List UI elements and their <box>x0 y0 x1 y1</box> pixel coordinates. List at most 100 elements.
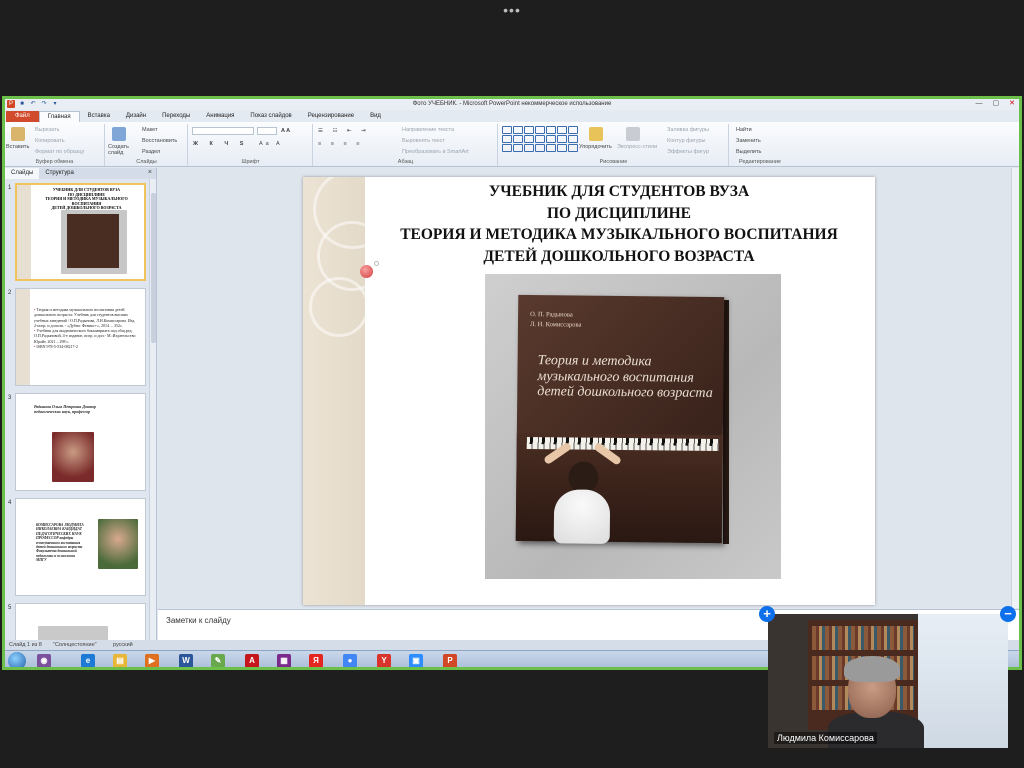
shapes-gallery[interactable] <box>502 126 580 152</box>
shape-effects-button[interactable]: Эффекты фигур <box>667 149 709 155</box>
format-painter-button[interactable]: Формат по образцу <box>35 149 84 155</box>
thumb-number: 1 <box>8 185 12 191</box>
grow-font-icon[interactable]: A A <box>281 128 290 134</box>
align-buttons[interactable]: ≡ ≡ ≡ ≡ <box>318 141 363 147</box>
find-button[interactable]: Найти <box>736 127 752 133</box>
paragraph-group-label: Абзац <box>397 159 414 165</box>
video-window-bg <box>918 614 1008 748</box>
media-player-icon[interactable]: ▶ <box>145 654 159 667</box>
minimize-video-icon[interactable]: − <box>1000 606 1016 622</box>
language-indicator[interactable]: русский <box>113 642 133 648</box>
font-group-label: Шрифт <box>241 159 260 165</box>
word-icon[interactable]: W <box>179 654 193 667</box>
close-icon[interactable]: ✕ <box>1009 99 1015 109</box>
thumb-text: Радынова Ольга Петровна Доктор педагогич… <box>34 404 96 414</box>
tab-file[interactable]: Файл <box>6 111 39 122</box>
book-title: Теория и методика музыкального воспитани… <box>537 353 713 401</box>
pane-tabs: Слайды Структура <box>5 168 156 179</box>
slide-thumbnail-5[interactable] <box>15 603 146 640</box>
thumb-portrait <box>98 519 138 569</box>
editing-group: Найти Заменить Выделить Редактирование <box>730 124 790 166</box>
maximize-icon[interactable]: ▢ <box>993 99 1000 109</box>
notes-placeholder: Заметки к слайду <box>166 616 231 625</box>
shape-outline-button[interactable]: Контур фигуры <box>667 138 705 144</box>
align-text-button[interactable]: Выровнять текст <box>402 138 445 144</box>
tab-outline[interactable]: Структура <box>39 168 79 179</box>
new-slide-icon[interactable] <box>112 127 126 141</box>
powerpoint-window: P ■ ↶ ↷ ▾ Фото УЧЕБНИК. - Microsoft Powe… <box>2 96 1022 670</box>
start-button[interactable] <box>8 652 26 667</box>
tab-transitions[interactable]: Переходы <box>154 111 198 122</box>
clipboard-group: Вставить Вырезать Копировать Формат по о… <box>5 124 105 166</box>
ribbon: Вставить Вырезать Копировать Формат по о… <box>5 122 1019 167</box>
thumb-number: 2 <box>8 290 12 296</box>
winrar-icon[interactable]: ▦ <box>277 654 291 667</box>
arrange-icon[interactable] <box>589 127 603 141</box>
select-button[interactable]: Выделить <box>736 149 761 155</box>
book-cover-photo[interactable]: О. П. Радынова Л. Н. Комиссарова Теория … <box>485 274 781 579</box>
quick-styles-icon[interactable] <box>626 127 640 141</box>
title-bar: P ■ ↶ ↷ ▾ Фото УЧЕБНИК. - Microsoft Powe… <box>5 99 1019 110</box>
reset-button[interactable]: Восстановить <box>142 138 177 144</box>
editing-group-label: Редактирование <box>739 159 781 165</box>
slide-thumbnail-3[interactable]: Радынова Ольга Петровна Доктор педагогич… <box>15 393 146 491</box>
tab-insert[interactable]: Вставка <box>80 111 118 122</box>
close-pane-icon[interactable]: × <box>148 169 152 176</box>
participant-video[interactable]: Людмила Комиссарова <box>768 614 1008 748</box>
slide-title[interactable]: УЧЕБНИК ДЛЯ СТУДЕНТОВ ВУЗА ПО ДИСЦИПЛИНЕ… <box>373 181 865 267</box>
powerpoint-icon[interactable]: P <box>443 654 457 667</box>
cut-button[interactable]: Вырезать <box>35 127 59 133</box>
paste-button[interactable]: Вставить <box>6 144 29 150</box>
font-size-field[interactable] <box>257 127 277 135</box>
book-spine <box>723 300 729 544</box>
minimize-icon[interactable]: — <box>976 99 983 109</box>
paint-icon[interactable]: ✎ <box>211 654 225 667</box>
convert-smartart-button[interactable]: Преобразовать в SmartArt <box>402 149 469 155</box>
add-video-icon[interactable]: + <box>759 606 775 622</box>
font-style-buttons[interactable]: Ж К Ч S <box>193 141 248 147</box>
tab-slides[interactable]: Слайды <box>5 168 40 179</box>
slide-thumbnail-2[interactable]: Теория и методика музыкального воспитани… <box>15 288 146 386</box>
list-buttons[interactable]: ☰ ☷ ⇤ ⇥ <box>318 128 370 134</box>
font-name-field[interactable] <box>192 127 254 135</box>
more-options-icon[interactable]: ••• <box>500 3 524 17</box>
zoom-icon[interactable]: ▣ <box>409 654 423 667</box>
theme-name: "Солнцестояние" <box>53 642 97 648</box>
replace-button[interactable]: Заменить <box>736 138 761 144</box>
yandex-icon[interactable]: Я <box>309 654 323 667</box>
slides-group-label: Слайды <box>136 159 157 165</box>
paste-icon[interactable] <box>11 127 25 141</box>
tab-animations[interactable]: Анимация <box>198 111 242 122</box>
thumb-decor-strip <box>17 185 31 279</box>
tab-review[interactable]: Рецензирование <box>300 111 362 122</box>
ie-icon[interactable]: e <box>81 654 95 667</box>
font-effects-buttons[interactable]: Aa A <box>259 141 283 147</box>
new-slide-button[interactable]: Создать слайд <box>108 144 134 156</box>
explorer-icon[interactable]: ▤ <box>113 654 127 667</box>
tab-home[interactable]: Главная <box>38 111 80 122</box>
section-button[interactable]: Раздел <box>142 149 160 155</box>
text-direction-button[interactable]: Направление текста <box>402 127 454 133</box>
slide-thumbnail-4[interactable]: КОМИССАРОВА ЛЮДМИЛА НИКОЛАЕВНА КАНДИДАТ … <box>15 498 146 596</box>
current-slide[interactable]: УЧЕБНИК ДЛЯ СТУДЕНТОВ ВУЗА ПО ДИСЦИПЛИНЕ… <box>303 177 875 605</box>
tab-slideshow[interactable]: Показ слайдов <box>242 111 299 122</box>
clipboard-group-label: Буфер обмена <box>35 159 74 165</box>
copy-button[interactable]: Копировать <box>35 138 65 144</box>
pane-scrollbar[interactable] <box>149 179 156 640</box>
quick-styles-button[interactable]: Экспресс-стили <box>617 144 657 150</box>
editor-scrollbar[interactable] <box>1011 168 1019 608</box>
viber-icon[interactable]: ◉ <box>37 654 51 667</box>
book-author-1: О. П. Радынова <box>530 311 573 319</box>
acrobat-icon[interactable]: A <box>245 654 259 667</box>
arrange-button[interactable]: Упорядочить <box>579 144 612 150</box>
thumb-portrait <box>52 432 94 482</box>
tab-view[interactable]: Вид <box>362 111 389 122</box>
shape-fill-button[interactable]: Заливка фигуры <box>667 127 709 133</box>
chrome-icon[interactable]: ● <box>343 654 357 667</box>
slide-decor-dot <box>360 265 373 278</box>
slide-thumbnail-1[interactable]: УЧЕБНИК ДЛЯ СТУДЕНТОВ ВУЗА ПО ДИСЦИПЛИНЕ… <box>15 183 146 281</box>
thumb-text: КОМИССАРОВА ЛЮДМИЛА НИКОЛАЕВНА КАНДИДАТ … <box>36 523 84 563</box>
layout-button[interactable]: Макет <box>142 127 158 133</box>
yandex-browser-icon[interactable]: Y <box>377 654 391 667</box>
tab-design[interactable]: Дизайн <box>118 111 154 122</box>
